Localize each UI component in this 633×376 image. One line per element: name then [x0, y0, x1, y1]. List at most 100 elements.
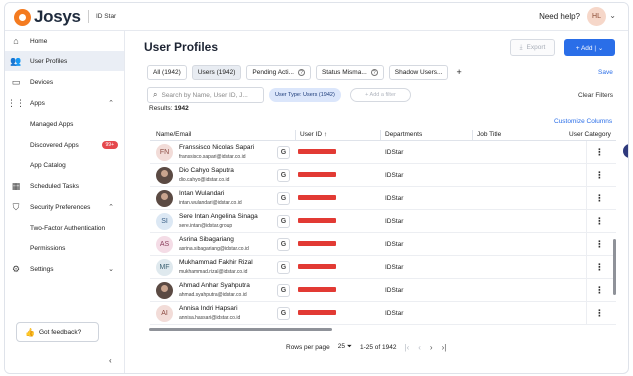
people-icon: 👥: [10, 55, 22, 66]
horizontal-scrollbar[interactable]: [149, 328, 332, 331]
sidebar-item-apps[interactable]: ⋮⋮ Apps ⌃: [5, 93, 124, 113]
more-options-icon[interactable]: ⋮: [595, 146, 604, 158]
sidebar-item-settings[interactable]: ⚙ Settings ⌄: [5, 259, 124, 279]
tab-shadow-users[interactable]: Shadow Users...: [388, 65, 449, 80]
last-page-icon[interactable]: ›|: [442, 343, 447, 352]
page-title: User Profiles: [144, 40, 219, 54]
logo-text: Josys: [34, 7, 81, 26]
users-table: Name/Email User ID ↑ Departments Job Tit…: [150, 129, 616, 332]
table-row[interactable]: Ahmad Anhar Syahputra ahmad.syahputra@ids…: [150, 279, 616, 302]
sidebar-item-home[interactable]: ⌂ Home: [5, 31, 124, 51]
user-name[interactable]: Dio Cahyo Saputra: [179, 167, 234, 174]
search-input[interactable]: ⌕ Search by Name, User ID, J...: [147, 87, 264, 103]
table-row[interactable]: AS Asrina Sibagariang asrina.sibagariang@i…: [150, 233, 616, 256]
save-view-link[interactable]: Save: [598, 69, 613, 76]
user-email: ahmad.syahputra@idstar.co.id: [179, 292, 247, 298]
column-divider[interactable]: [380, 130, 381, 140]
vertical-scrollbar[interactable]: [613, 239, 616, 295]
sidebar-item-app-catalog[interactable]: App Catalog: [5, 155, 124, 175]
add-tab-icon[interactable]: +: [456, 65, 461, 80]
chevron-down-icon[interactable]: ⌄: [609, 11, 616, 20]
sidebar-item-discovered-apps[interactable]: Discovered Apps 99+: [5, 135, 124, 155]
user-name[interactable]: Franssisco Nicolas Sapari: [179, 144, 254, 151]
tab-all[interactable]: All (1942): [147, 65, 187, 80]
laptop-icon: ▭: [11, 76, 21, 87]
clear-filters-button[interactable]: Clear Filters: [578, 92, 613, 99]
more-options-icon[interactable]: ⋮: [595, 307, 604, 319]
column-header-departments[interactable]: Departments: [385, 131, 422, 138]
table-row[interactable]: FN Franssisco Nicolas Sapari franssisco.sa…: [150, 141, 616, 164]
user-avatar[interactable]: HL: [587, 7, 606, 26]
next-page-icon[interactable]: ›: [430, 343, 433, 352]
column-header-user-id[interactable]: User ID ↑: [300, 131, 327, 138]
sidebar-item-devices[interactable]: ▭ Devices: [5, 72, 124, 92]
user-name[interactable]: Ahmad Anhar Syahputra: [179, 282, 250, 289]
feedback-button[interactable]: 👍 Got feedback?: [16, 322, 99, 342]
sidebar-item-user-profiles[interactable]: 👥 User Profiles: [5, 51, 124, 71]
help-icon[interactable]: ?: [370, 69, 378, 76]
redacted-user-id: [298, 310, 336, 315]
tab-label: Users (1942): [197, 69, 236, 76]
sidebar: ⌂ Home 👥 User Profiles ▭ Devices ⋮⋮ Apps…: [5, 31, 125, 373]
add-filter-button[interactable]: + Add a filter: [350, 88, 411, 102]
user-email: intan.wulandari@idstar.co.id: [179, 200, 242, 206]
avatar: SI: [156, 213, 173, 230]
table-row[interactable]: Dio Cahyo Saputra dio.cahyo@idstar.co.id G…: [150, 164, 616, 187]
sidebar-item-security-preferences[interactable]: ⛉ Security Preferences ⌃: [5, 197, 124, 217]
more-options-icon[interactable]: ⋮: [595, 284, 604, 296]
search-placeholder: Search by Name, User ID, J...: [161, 91, 248, 99]
more-options-icon[interactable]: ⋮: [595, 238, 604, 250]
column-header-name[interactable]: Name/Email: [156, 131, 191, 138]
search-icon: ⌕: [153, 90, 158, 99]
sidebar-item-two-factor[interactable]: Two-Factor Authentication: [5, 218, 124, 238]
department-cell: IDStar: [385, 195, 404, 202]
app-window: Josys ID Star Need help? HL ⌄ ⌂ Home 👥 U…: [4, 2, 629, 374]
sidebar-item-scheduled-tasks[interactable]: ▦ Scheduled Tasks: [5, 176, 124, 196]
filter-chip-user-type[interactable]: User Type: Users (1942): [269, 88, 341, 102]
sidebar-item-label: Home: [30, 37, 48, 45]
tab-label: Pending Acti...: [252, 69, 294, 76]
prev-page-icon[interactable]: ‹: [418, 343, 421, 352]
user-name[interactable]: Sere Intan Angelina Sinaga: [179, 213, 258, 220]
first-page-icon[interactable]: |‹: [405, 343, 410, 352]
table-row[interactable]: AI Annisa Indri Hapsari annisa.hassari@ids…: [150, 302, 616, 325]
help-icon[interactable]: ?: [297, 69, 305, 76]
table-row[interactable]: SI Sere Intan Angelina Sinaga sere.intan@i…: [150, 210, 616, 233]
department-cell: IDStar: [385, 172, 404, 179]
tab-pending-actions[interactable]: Pending Acti...?: [246, 65, 311, 80]
column-header-user-category[interactable]: User Category: [569, 131, 611, 138]
table-row[interactable]: Intan Wulandari intan.wulandari@idstar.co…: [150, 187, 616, 210]
department-cell: IDStar: [385, 287, 404, 294]
user-name[interactable]: Mukhammad Fakhir Rizal: [179, 259, 253, 266]
sidebar-item-permissions[interactable]: Permissions: [5, 238, 124, 258]
tab-status-mismatch[interactable]: Status Misma...?: [315, 65, 384, 80]
column-divider: [586, 279, 587, 302]
sidebar-item-label: Devices: [30, 78, 54, 86]
more-options-icon[interactable]: ⋮: [595, 215, 604, 227]
redacted-user-id: [298, 172, 336, 177]
add-button[interactable]: + Add | ⌄: [564, 39, 615, 56]
google-icon: G: [277, 146, 290, 159]
more-options-icon[interactable]: ⋮: [595, 261, 604, 273]
user-email: sere.intan@idstar.group: [179, 223, 233, 229]
user-name[interactable]: Intan Wulandari: [179, 190, 224, 197]
more-options-icon[interactable]: ⋮: [595, 169, 604, 181]
redacted-user-id: [298, 264, 336, 269]
user-name[interactable]: Asrina Sibagariang: [179, 236, 234, 243]
more-options-icon[interactable]: ⋮: [595, 192, 604, 204]
josys-logo[interactable]: Josys: [14, 7, 81, 27]
customize-columns-link[interactable]: Customize Columns: [554, 118, 612, 125]
sidebar-item-managed-apps[interactable]: Managed Apps: [5, 114, 124, 134]
collapse-sidebar-icon[interactable]: ‹: [109, 356, 112, 365]
user-name[interactable]: Annisa Indri Hapsari: [179, 305, 238, 312]
sidebar-item-label: Discovered Apps: [30, 141, 79, 149]
column-divider[interactable]: [295, 130, 296, 140]
avatar: [156, 190, 173, 207]
table-row[interactable]: MF Mukhammad Fakhir Rizal mukhammad.rizal@…: [150, 256, 616, 279]
need-help-link[interactable]: Need help?: [539, 12, 580, 21]
rows-per-page-select[interactable]: 25 ⏷: [338, 343, 352, 351]
tab-users[interactable]: Users (1942): [191, 65, 242, 80]
export-button[interactable]: ⤓ Export: [510, 39, 555, 56]
column-header-job-title[interactable]: Job Title: [477, 131, 501, 138]
column-divider[interactable]: [472, 130, 473, 140]
